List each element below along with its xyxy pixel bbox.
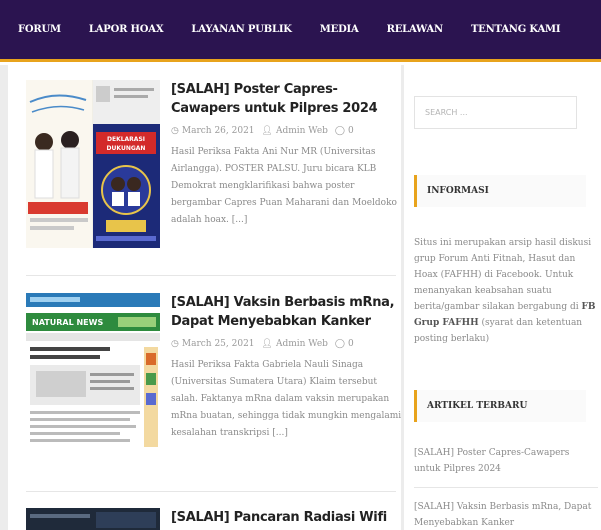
nav-item-forum[interactable]: FORUM	[18, 24, 61, 35]
comment-icon: ◯	[334, 339, 345, 349]
search-input[interactable]: SEARCH ...	[414, 96, 577, 129]
post-item: DEKLARASI DUKUNGAN [SALAH] Poster Capres…	[26, 80, 397, 265]
post-divider	[26, 275, 396, 276]
latest-article-link[interactable]: [SALAH] Poster Capres-Cawapers untuk Pil…	[414, 445, 598, 477]
svg-text:DEKLARASI: DEKLARASI	[107, 136, 145, 143]
sidebar-divider	[414, 487, 598, 488]
clock-icon: ◷	[171, 339, 179, 349]
post-thumbnail[interactable]: NATURAL NEWS	[26, 293, 160, 453]
post-comments[interactable]: ◯ 0	[335, 339, 354, 349]
nav-item-lapor-hoax[interactable]: LAPOR HOAX	[89, 24, 164, 35]
post-thumbnail[interactable]	[26, 508, 160, 530]
widget-title-artikel-terbaru: ARTIKEL TERBARU	[414, 390, 586, 422]
latest-article-link[interactable]: [SALAH] Vaksin Berbasis mRna, Dapat Meny…	[414, 499, 598, 530]
nav-item-media[interactable]: MEDIA	[320, 24, 359, 35]
post-author[interactable]: 👤︎ Admin Web	[262, 339, 328, 349]
post-title[interactable]: [SALAH] Pancaran Radiasi Wifi Berakibat	[171, 508, 396, 530]
nav-item-layanan-publik[interactable]: LAYANAN PUBLIK	[191, 24, 292, 35]
post-thumbnail[interactable]: DEKLARASI DUKUNGAN	[26, 80, 160, 248]
post-meta: ◷ March 26, 2021 👤︎ Admin Web ◯ 0	[171, 126, 403, 136]
post-excerpt: Hasil Periksa Fakta Ani Nur MR (Universi…	[171, 147, 397, 225]
svg-text:DUKUNGAN: DUKUNGAN	[107, 145, 146, 152]
clock-icon: ◷	[171, 126, 179, 136]
post-image	[26, 508, 160, 530]
post-title[interactable]: [SALAH] Vaksin Berbasis mRna, Dapat Meny…	[171, 293, 403, 331]
post-title[interactable]: [SALAH] Poster Capres-Cawapers untuk Pil…	[171, 80, 403, 118]
user-icon: 👤︎	[261, 126, 273, 136]
post-item: NATURAL NEWS [SALAH] Vaksin Berbasis mRn…	[26, 293, 401, 478]
widget-title-informasi: INFORMASI	[414, 175, 586, 207]
comment-icon: ◯	[334, 126, 345, 136]
sidebar: SEARCH ... INFORMASI Situs ini merupakan…	[404, 65, 601, 530]
user-icon: 👤︎	[261, 339, 273, 349]
nav-item-relawan[interactable]: RELAWAN	[387, 24, 444, 35]
content-area: DEKLARASI DUKUNGAN [SALAH] Poster Capres…	[0, 65, 601, 530]
post-date[interactable]: ◷ March 25, 2021	[171, 339, 255, 349]
svg-text:NATURAL NEWS: NATURAL NEWS	[32, 318, 103, 327]
post-excerpt: Hasil Periksa Fakta Gabriela Nauli Sinag…	[171, 360, 402, 438]
top-navbar: FORUM LAPOR HOAX LAYANAN PUBLIK MEDIA RE…	[0, 0, 601, 62]
post-comments[interactable]: ◯ 0	[335, 126, 354, 136]
poster-image: DEKLARASI DUKUNGAN	[26, 80, 160, 248]
article-screenshot-image: NATURAL NEWS	[26, 293, 160, 453]
post-divider	[26, 491, 396, 492]
info-text: Situs ini merupakan arsip hasil diskusi …	[414, 238, 596, 344]
post-meta: ◷ March 25, 2021 👤︎ Admin Web ◯ 0	[171, 339, 403, 349]
nav-item-tentang-kami[interactable]: TENTANG KAMI	[471, 24, 561, 35]
post-item: [SALAH] Pancaran Radiasi Wifi Berakibat	[26, 508, 396, 530]
post-author[interactable]: 👤︎ Admin Web	[262, 126, 328, 136]
post-list: DEKLARASI DUKUNGAN [SALAH] Poster Capres…	[8, 65, 401, 530]
post-date[interactable]: ◷ March 26, 2021	[171, 126, 255, 136]
